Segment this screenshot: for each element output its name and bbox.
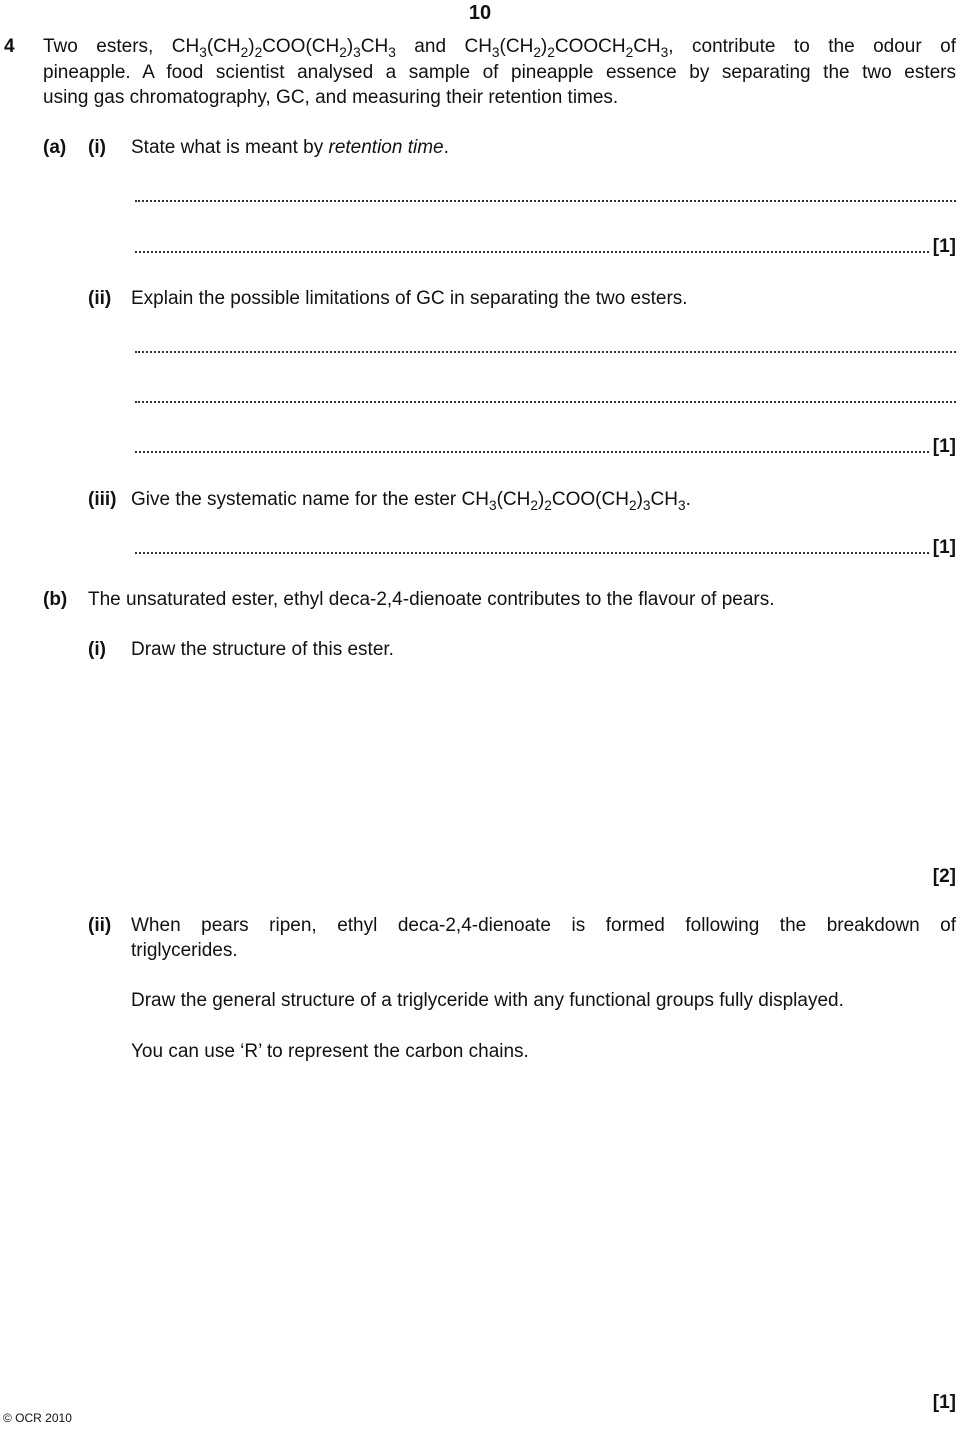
part-a-label: (a) <box>43 137 67 158</box>
part-b-ii-line-2: triglycerides. <box>131 940 238 961</box>
answer-line-a-ii-1[interactable] <box>135 336 956 358</box>
dotted-line <box>135 552 929 554</box>
question-intro-line-1: Two esters, CH3(CH2)2COO(CH2)3CH3 and CH… <box>43 36 956 60</box>
part-b-ii-line-1: When pears ripen, ethyl deca-2,4-dienoat… <box>131 915 956 936</box>
mark-allocation: [2] <box>932 866 956 887</box>
answer-line-a-i-1[interactable] <box>135 185 956 207</box>
drawing-area-b-i[interactable] <box>131 670 956 860</box>
page-number: 10 <box>468 2 492 24</box>
part-a-i-label: (i) <box>88 137 106 158</box>
mark-allocation: [1] <box>932 236 956 257</box>
part-b-i-label: (i) <box>88 639 106 660</box>
mark-allocation: [1] <box>932 1392 956 1413</box>
dotted-line <box>135 351 956 353</box>
part-a-i-question: State what is meant by retention time. <box>131 137 449 158</box>
dotted-line <box>135 401 956 403</box>
part-b-ii-instruction-1: Draw the general structure of a triglyce… <box>131 990 844 1011</box>
part-b-ii-instruction-2: You can use ‘R’ to represent the carbon … <box>131 1041 529 1062</box>
dotted-line <box>135 451 929 453</box>
question-intro-line-3: using gas chromatography, GC, and measur… <box>43 87 619 108</box>
dotted-line <box>135 251 929 253</box>
dotted-line <box>135 200 956 202</box>
mark-allocation: [1] <box>932 537 956 558</box>
copyright-footer: © OCR 2010 <box>3 1411 72 1426</box>
question-number: 4 <box>4 36 15 57</box>
part-a-ii-question: Explain the possible limitations of GC i… <box>131 288 688 309</box>
answer-line-a-ii-2[interactable] <box>135 386 956 408</box>
answer-line-a-ii-3[interactable]: [1] <box>135 436 956 458</box>
part-b-text: The unsaturated ester, ethyl deca-2,4-di… <box>88 589 775 610</box>
part-b-ii-label: (ii) <box>88 915 112 936</box>
part-a-ii-label: (ii) <box>88 288 112 309</box>
part-b-i-question: Draw the structure of this ester. <box>131 639 394 660</box>
part-b-label: (b) <box>43 589 68 610</box>
part-a-iii-question: Give the systematic name for the ester C… <box>131 489 691 513</box>
question-intro-line-2: pineapple. A food scientist analysed a s… <box>43 62 956 83</box>
drawing-area-b-ii[interactable] <box>131 1075 956 1375</box>
mark-allocation: [1] <box>932 436 956 457</box>
answer-line-a-i-2[interactable]: [1] <box>135 236 956 258</box>
answer-line-a-iii[interactable]: [1] <box>135 537 956 559</box>
part-a-iii-label: (iii) <box>88 489 117 510</box>
